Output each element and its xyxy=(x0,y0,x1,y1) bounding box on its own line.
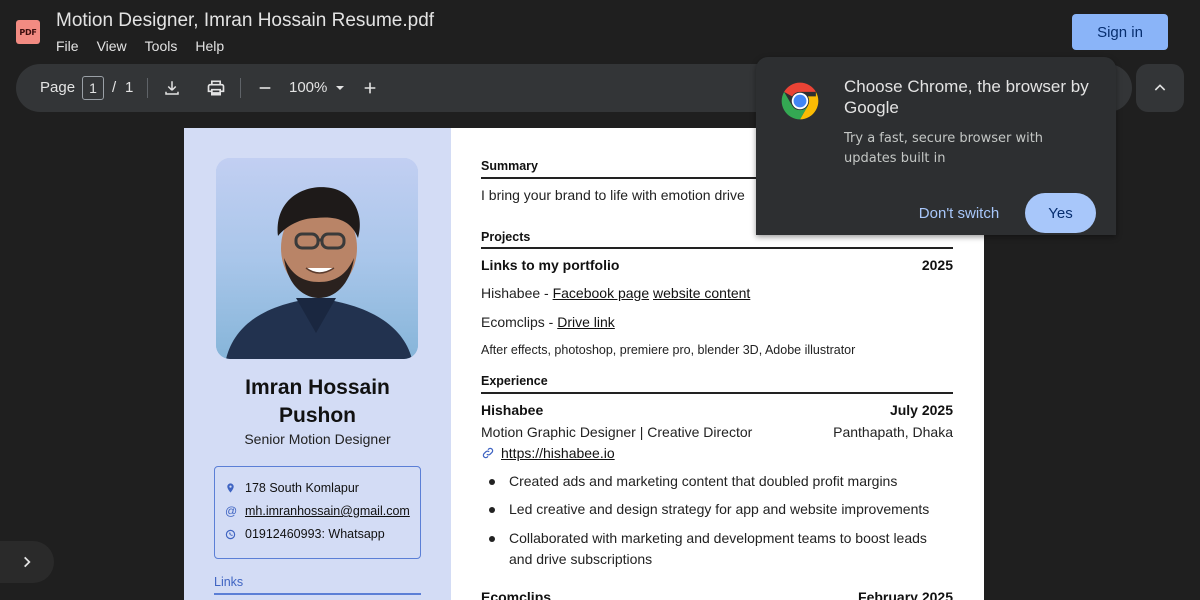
print-icon[interactable] xyxy=(204,76,228,100)
profile-photo xyxy=(216,158,418,359)
website-content-link[interactable]: website content xyxy=(653,285,750,301)
job1-bullet-3: Collaborated with marketing and developm… xyxy=(509,530,927,567)
bullet-dot xyxy=(489,479,495,485)
pdf-logo-icon: PDF xyxy=(16,20,40,44)
job2-company: Ecomclips xyxy=(481,589,552,600)
toolbar-divider xyxy=(240,78,241,98)
projects-heading: Projects xyxy=(481,230,531,244)
address-text: 178 South Komlapur xyxy=(245,481,359,495)
job1-url-row: https://hishabee.io xyxy=(481,445,615,461)
drive-link[interactable]: Drive link xyxy=(557,314,615,330)
promo-title: Choose Chrome, the browser by Google xyxy=(844,77,1089,117)
experience-heading: Experience xyxy=(481,374,548,388)
job1-location: Panthapath, Dhaka xyxy=(833,424,953,440)
section-divider xyxy=(481,392,953,394)
chevron-right-icon xyxy=(24,556,31,568)
at-sign-icon: @ xyxy=(225,504,238,518)
links-heading: Links xyxy=(214,575,244,589)
job1-bullet-1: Created ads and marketing content that d… xyxy=(509,473,898,489)
contact-phone: 01912460993: Whatsapp xyxy=(225,527,385,541)
chevron-up-icon xyxy=(1154,84,1166,91)
bullet-dot xyxy=(489,536,495,542)
resume-sidebar: Imran Hossain Pushon Senior Motion Desig… xyxy=(184,128,451,600)
links-divider xyxy=(214,593,421,595)
promo-body: Try a fast, secure browser with updates … xyxy=(844,131,1044,166)
yes-button[interactable]: Yes xyxy=(1025,193,1096,233)
menu-help[interactable]: Help xyxy=(195,38,224,54)
job1-company: Hishabee xyxy=(481,402,544,418)
zoom-dropdown-icon[interactable] xyxy=(328,76,352,100)
resume-name-line2: Pushon xyxy=(279,404,356,427)
summary-text: I bring your brand to life with emotion … xyxy=(481,187,745,203)
zoom-in-icon[interactable] xyxy=(358,76,382,100)
toolbar-divider xyxy=(147,78,148,98)
phone-text: 01912460993: Whatsapp xyxy=(245,527,385,541)
project-line-ecomclips: Ecomclips - Drive link xyxy=(481,314,615,330)
dont-switch-button[interactable]: Don't switch xyxy=(904,193,1014,233)
zoom-level[interactable]: 100% xyxy=(289,79,327,96)
project-title: Links to my portfolio xyxy=(481,257,620,273)
page-number-input[interactable]: 1 xyxy=(82,76,104,100)
menu-bar: File View Tools Help xyxy=(56,38,242,54)
summary-heading: Summary xyxy=(481,159,538,173)
resume-name: Imran Hossain Pushon xyxy=(184,374,451,430)
menu-view[interactable]: View xyxy=(97,38,127,54)
contact-box: 178 South Komlapur @ mh.imranhossain@gma… xyxy=(214,466,421,559)
location-pin-icon xyxy=(225,482,239,494)
job2-date: February 2025 xyxy=(858,589,953,600)
hishabee-url-link[interactable]: https://hishabee.io xyxy=(501,445,615,461)
email-link[interactable]: mh.imranhossain@gmail.com xyxy=(245,504,410,518)
project-ecomclips-label: Ecomclips - xyxy=(481,314,558,330)
bullet-dot xyxy=(489,507,495,513)
page-label: Page xyxy=(40,79,76,96)
whatsapp-icon xyxy=(225,529,239,540)
project-year: 2025 xyxy=(921,257,953,273)
section-divider xyxy=(481,247,953,249)
project-tools: After effects, photoshop, premiere pro, … xyxy=(481,343,856,357)
sidebar-toggle-button[interactable] xyxy=(0,541,54,583)
resume-role: Senior Motion Designer xyxy=(244,431,391,447)
link-icon xyxy=(481,446,495,460)
total-pages: 1 xyxy=(125,79,134,96)
chrome-promo-dialog: Choose Chrome, the browser by Google Try… xyxy=(756,57,1116,235)
download-icon[interactable] xyxy=(160,76,184,100)
menu-tools[interactable]: Tools xyxy=(145,38,178,54)
resume-name-line1: Imran Hossain xyxy=(245,376,390,399)
facebook-page-link[interactable]: Facebook page xyxy=(553,285,650,301)
project-hishabee-label: Hishabee - xyxy=(481,285,553,301)
menu-file[interactable]: File xyxy=(56,38,79,54)
sign-in-button[interactable]: Sign in xyxy=(1072,14,1168,50)
contact-address: 178 South Komlapur xyxy=(225,481,359,495)
project-line-hishabee: Hishabee - Facebook page website content xyxy=(481,285,750,301)
document-title: Motion Designer, Imran Hossain Resume.pd… xyxy=(56,10,435,31)
viewer-header: PDF Motion Designer, Imran Hossain Resum… xyxy=(0,0,1200,64)
page-separator: / xyxy=(112,79,117,96)
job1-date: July 2025 xyxy=(889,402,953,418)
job1-bullet-2: Led creative and design strategy for app… xyxy=(509,501,930,517)
job1-title: Motion Graphic Designer | Creative Direc… xyxy=(481,424,753,440)
zoom-out-icon[interactable] xyxy=(253,76,277,100)
collapse-toolbar-button[interactable] xyxy=(1136,64,1184,112)
chrome-logo-icon xyxy=(778,79,822,123)
contact-email: @ mh.imranhossain@gmail.com xyxy=(225,504,410,518)
